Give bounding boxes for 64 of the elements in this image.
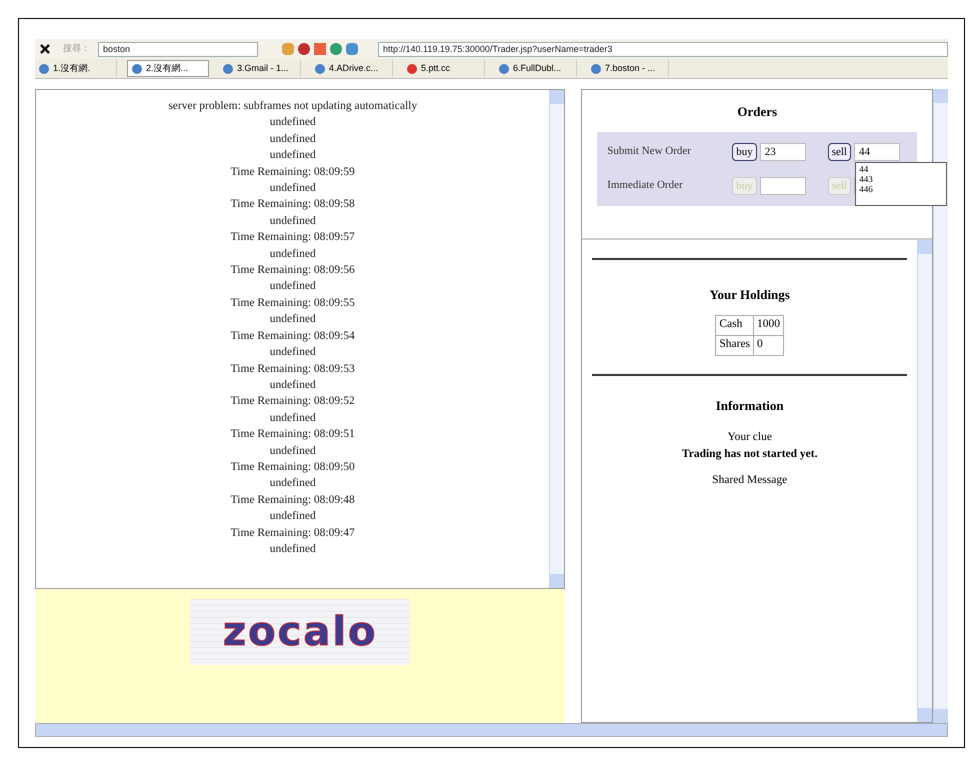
log-line: undefined xyxy=(268,148,317,164)
log-line: undefined xyxy=(268,542,317,557)
log-line: server problem: subframes not updating automatically xyxy=(167,99,418,114)
clue-text: Your clue xyxy=(727,430,772,445)
scrollbar[interactable] xyxy=(549,90,564,588)
search-label: 搜尋： xyxy=(63,42,90,56)
browser-tab[interactable]: 6.FullDubl... xyxy=(495,60,577,77)
log-line: undefined xyxy=(268,410,317,426)
browser-tab[interactable]: 1.沒有網. xyxy=(35,60,117,77)
table-cell: 0 xyxy=(754,335,784,355)
suggestion-item[interactable]: 446 xyxy=(859,184,944,194)
log-line: Time Remaining: 08:09:48 xyxy=(230,492,356,508)
log-line: Time Remaining: 08:09:47 xyxy=(230,526,356,541)
buy-quantity-field[interactable] xyxy=(760,176,806,194)
log-line: undefined xyxy=(268,279,317,294)
horizontal-scrollbar[interactable] xyxy=(35,723,948,737)
log-line: undefined xyxy=(268,246,317,262)
suggestion-item[interactable]: 44 xyxy=(859,164,944,174)
log-line: Time Remaining: 08:09:56 xyxy=(230,263,356,278)
orders-title: Orders xyxy=(737,103,778,121)
log-line: undefined xyxy=(268,115,317,130)
scrollbar[interactable] xyxy=(917,240,932,722)
browser-tab[interactable]: 4.ADrive.c... xyxy=(311,60,393,77)
sell-quantity-field[interactable]: 44 xyxy=(854,142,900,160)
scrollbar[interactable] xyxy=(933,89,948,723)
address-field[interactable]: http://140.119.19.75:30000/Trader.jsp?userName=trader3 xyxy=(378,42,948,56)
log-line: Time Remaining: 08:09:51 xyxy=(230,427,356,442)
log-line: undefined xyxy=(268,132,317,147)
sell-button[interactable]: sell xyxy=(828,142,851,160)
log-line: Time Remaining: 08:09:55 xyxy=(230,296,356,311)
log-line: undefined xyxy=(268,345,317,360)
browser-tab[interactable]: 2.沒有網... xyxy=(127,60,209,77)
logo: zocalo xyxy=(190,599,410,665)
log-line: Time Remaining: 08:09:57 xyxy=(230,230,356,246)
log-line: Time Remaining: 08:09:58 xyxy=(230,197,356,212)
log-line: undefined xyxy=(268,181,317,196)
log-line: undefined xyxy=(268,476,317,492)
table-cell: 1000 xyxy=(754,315,784,335)
status-text: Trading has not started yet. xyxy=(682,447,818,462)
log-line: undefined xyxy=(268,312,317,328)
information-title: Information xyxy=(716,396,784,414)
order-label: Submit New Order xyxy=(607,144,692,160)
browser-tab[interactable]: 3.Gmail - 1... xyxy=(219,60,301,77)
log-line: Time Remaining: 08:09:54 xyxy=(230,328,356,344)
buy-quantity-field[interactable]: 23 xyxy=(760,142,806,160)
order-label: Immediate Order xyxy=(607,178,684,194)
browser-tab[interactable]: 5.ptt.cc xyxy=(403,60,485,77)
table-cell: Cash xyxy=(716,315,754,335)
log-line: Time Remaining: 08:09:59 xyxy=(230,164,356,180)
close-icon[interactable] xyxy=(39,43,51,55)
log-line: undefined xyxy=(268,214,317,229)
log-line: Time Remaining: 08:09:52 xyxy=(230,394,356,410)
log-line: Time Remaining: 08:09:50 xyxy=(230,460,356,475)
suggestion-item[interactable]: 443 xyxy=(859,174,944,184)
log-line: undefined xyxy=(268,509,317,524)
browser-tab[interactable]: 7.boston - ... xyxy=(587,60,669,77)
log-line: undefined xyxy=(268,444,317,459)
log-line: undefined xyxy=(268,378,317,393)
shared-message: Shared Message xyxy=(712,472,788,488)
log-line: Time Remaining: 08:09:53 xyxy=(230,362,356,376)
holdings-title: Your Holdings xyxy=(710,286,790,304)
buy-button[interactable]: buy xyxy=(732,142,757,160)
table-cell: Shares xyxy=(716,335,754,355)
search-field[interactable]: boston xyxy=(98,42,258,56)
